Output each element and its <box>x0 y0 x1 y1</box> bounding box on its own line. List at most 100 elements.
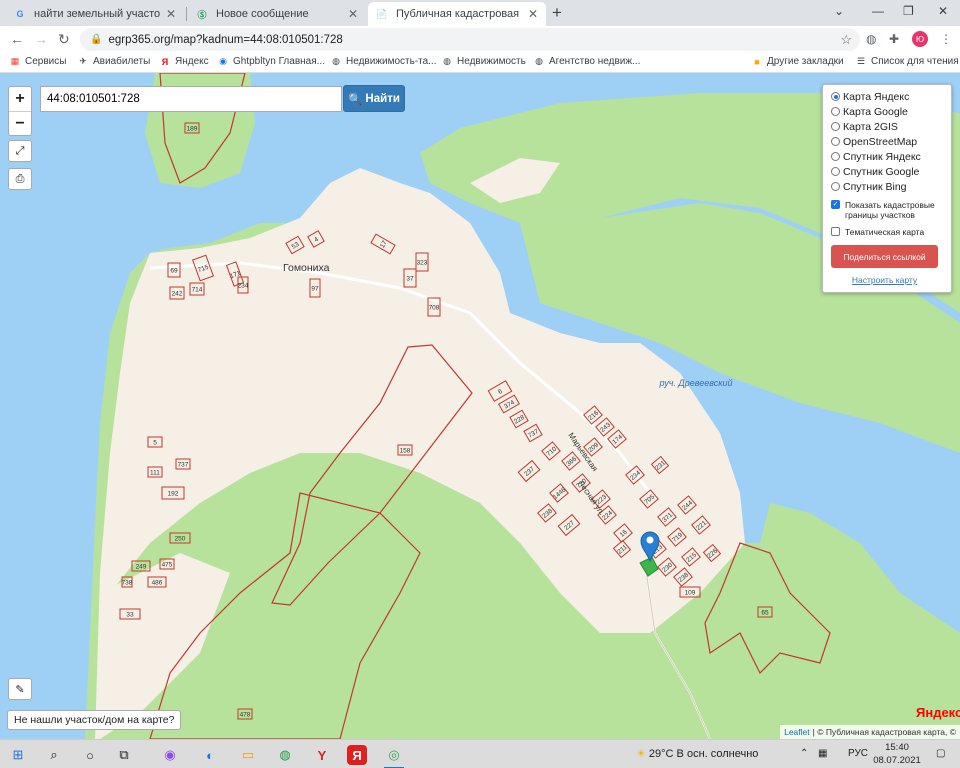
lock-icon: 🔒 <box>90 34 103 45</box>
clock[interactable]: 15:40 08.07.2021 <box>872 741 922 767</box>
profile-avatar[interactable]: Ю <box>912 31 928 47</box>
network-icon[interactable]: ▦ <box>818 748 827 759</box>
close-icon[interactable]: ✕ <box>528 7 538 21</box>
parcel-number-label: 714 <box>192 287 203 294</box>
layer-option[interactable]: OpenStreetMap <box>831 134 951 149</box>
back-icon[interactable]: ← <box>10 31 24 47</box>
configure-map-link[interactable]: Настроить карту <box>831 275 938 285</box>
parcel-number-label: 250 <box>175 536 186 543</box>
new-tab-button[interactable]: + <box>552 3 562 23</box>
ruler-icon: ✎ <box>15 683 25 696</box>
measure-button[interactable]: ✎ <box>8 678 32 700</box>
cortana-icon[interactable]: ○ <box>80 745 100 765</box>
globe-browser-icon[interactable]: ◍ <box>275 745 295 765</box>
folder-icon: ■ <box>754 56 760 67</box>
maximize-icon[interactable]: ❐ <box>903 4 914 18</box>
notifications-icon[interactable]: ▢ <box>936 748 945 759</box>
radio-icon[interactable] <box>831 137 840 146</box>
window-close-icon[interactable]: ✕ <box>938 4 948 18</box>
menu-icon[interactable]: ⋮ <box>940 32 952 46</box>
not-found-help-button[interactable]: Не нашли участок/дом на карте? <box>7 710 182 730</box>
bookmark-star-icon[interactable]: ☆ <box>840 32 852 48</box>
zoom-in-button[interactable]: + <box>9 87 31 111</box>
parcel-number-label: 192 <box>168 491 179 498</box>
bookmark-reading-list[interactable]: ☰ Список для чтения <box>856 56 959 67</box>
yandex-browser-icon[interactable]: Y <box>312 745 332 765</box>
parcel-number-label: 737 <box>178 462 189 469</box>
layer-option[interactable]: Спутник Google <box>831 164 951 179</box>
windows-start-icon[interactable]: ⊞ <box>8 745 28 765</box>
layer-option[interactable]: Спутник Яндекс <box>831 149 951 164</box>
minimize-icon[interactable]: — <box>872 4 884 18</box>
print-button[interactable]: ⎙ <box>8 168 32 190</box>
bookmark-services[interactable]: ▦ Сервисы <box>10 56 67 67</box>
bookmark-avia[interactable]: ✈ Авиабилеты <box>78 56 150 67</box>
google-icon: G <box>16 9 24 19</box>
language-indicator[interactable]: РУС <box>848 748 868 759</box>
tab-divider <box>186 7 187 21</box>
stream-label-text: руч. Древеевский <box>659 378 733 388</box>
radio-icon[interactable] <box>831 152 840 161</box>
parcel-number-label: 65 <box>761 610 769 617</box>
radio-checked-icon[interactable] <box>831 92 840 101</box>
checkbox-icon[interactable] <box>831 227 840 236</box>
chrome-icon[interactable]: ◎ <box>384 745 404 768</box>
tab-cadastral-map[interactable]: 📄 Публичная кадастровая карта ✕ <box>368 2 546 26</box>
alice-icon[interactable]: ◉ <box>160 745 180 765</box>
bookmark-main[interactable]: ◉ Ghtpbltyn Главная... <box>218 56 325 67</box>
yandex-icon[interactable]: Я <box>347 745 367 765</box>
tab-search-icon[interactable]: ⌄ <box>834 4 844 18</box>
layer-option[interactable]: Карта Яндекс <box>831 89 951 104</box>
zoom-out-button[interactable]: − <box>9 111 31 135</box>
bookmark-other[interactable]: ■ Другие закладки <box>752 56 843 67</box>
radio-icon[interactable] <box>831 167 840 176</box>
map-view[interactable]: 189 53 4 17 37 323 97 708 715 714 171 234 69 242 5 737 1… <box>0 73 960 739</box>
parcel-number-label: 234 <box>238 283 249 290</box>
leaflet-link[interactable]: Leaflet <box>784 727 810 737</box>
parcel-number-label: 242 <box>172 291 183 298</box>
reading-list-icon: ☰ <box>856 56 866 66</box>
close-icon[interactable]: ✕ <box>166 7 176 21</box>
layer-option[interactable]: Спутник Bing <box>831 179 951 194</box>
layer-option[interactable]: Карта 2GIS <box>831 119 951 134</box>
village-label: Гомониха <box>283 262 330 274</box>
layer-option[interactable]: Карта Google <box>831 104 951 119</box>
tray-chevron-icon[interactable]: ⌃ <box>800 748 808 759</box>
share-link-button[interactable]: Поделиться ссылкой <box>831 245 938 268</box>
tab-new-message[interactable]: Ⓢ Новое сообщение ✕ <box>188 2 366 26</box>
sun-icon: ☀ <box>636 748 649 760</box>
cadastral-search-input[interactable] <box>40 86 342 112</box>
close-icon[interactable]: ✕ <box>348 7 358 21</box>
radio-icon[interactable] <box>831 182 840 191</box>
bookmark-agency[interactable]: ◍ Агентство недвиж... <box>534 56 640 67</box>
task-view-icon[interactable]: ⧉ <box>114 745 134 765</box>
radio-icon[interactable] <box>831 107 840 116</box>
file-explorer-icon[interactable]: ▭ <box>238 745 258 765</box>
find-button[interactable]: 🔍 Найти <box>343 85 405 112</box>
show-boundaries-option[interactable]: ✓ Показать кадастровые границы участков <box>831 200 951 220</box>
globe-icon: ◍ <box>443 56 451 66</box>
extensions-puzzle-icon[interactable]: ✚ <box>889 32 899 46</box>
bookmark-realty[interactable]: ◍ Недвижимость <box>442 56 526 67</box>
forward-icon[interactable]: → <box>34 31 48 47</box>
bookmark-realty-ta[interactable]: ◍ Недвижимость-та... <box>331 56 436 67</box>
parcel-number-label: 708 <box>429 305 440 312</box>
search-icon[interactable]: ⌕ <box>44 745 64 765</box>
reload-icon[interactable]: ↻ <box>58 31 70 48</box>
extension-globe-icon[interactable]: ◍ <box>866 32 876 46</box>
parcel-number-label: 33 <box>126 612 134 619</box>
bookmark-yandex[interactable]: Я Яндекс <box>160 56 209 67</box>
parcel-number-label: 478 <box>240 712 251 719</box>
tab-search[interactable]: G найти земельный участок по к ✕ <box>6 2 184 26</box>
parcel-number-label: 738 <box>122 580 133 587</box>
thematic-map-option[interactable]: Тематическая карта <box>831 227 951 237</box>
map-canvas[interactable]: 189534 1737323977087157141712346924257371… <box>0 73 960 739</box>
parcel-number-label: 323 <box>417 260 428 267</box>
checkbox-checked-icon[interactable]: ✓ <box>831 200 840 209</box>
fullscreen-button[interactable]: ⤢ <box>8 140 32 162</box>
edge-icon[interactable]: ◐ <box>200 745 220 765</box>
weather-widget[interactable]: ☀ 29°C В осн. солнечно <box>636 747 758 760</box>
address-bar[interactable]: 🔒 egrp365.org/map?kadnum=44:08:010501:72… <box>80 28 860 51</box>
radio-icon[interactable] <box>831 122 840 131</box>
bookmarks-bar: ▦ Сервисы ✈ Авиабилеты Я Яндекс ◉ Ghtpbltyn … <box>0 53 960 73</box>
